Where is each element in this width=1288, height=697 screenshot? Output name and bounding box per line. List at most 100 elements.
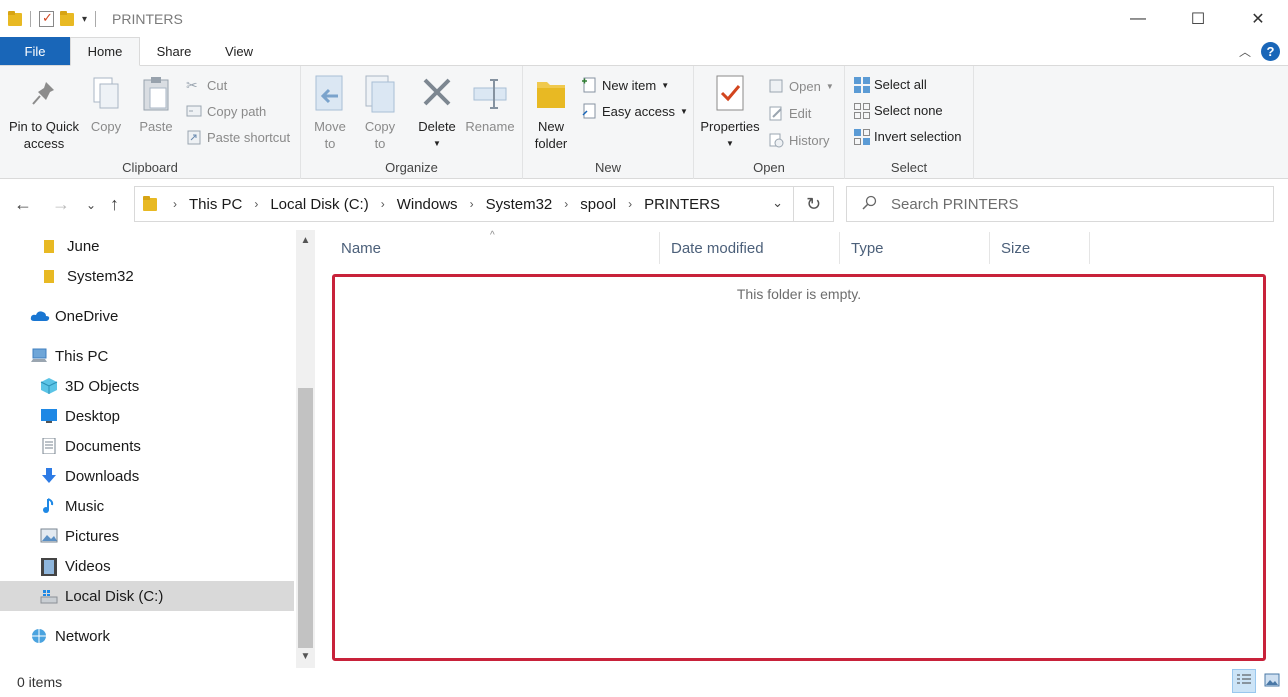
breadcrumb-this-pc[interactable]: This PC	[189, 196, 242, 213]
paste-shortcut-button[interactable]: Paste shortcut	[186, 127, 290, 147]
nav-item-local-disk[interactable]: Local Disk (C:)	[0, 581, 294, 611]
nav-item-3d-objects[interactable]: 3D Objects	[0, 371, 294, 401]
easy-access-label: Easy access	[602, 103, 675, 119]
cut-label: Cut	[207, 77, 228, 93]
tab-file[interactable]: File	[0, 37, 70, 65]
nav-item-documents[interactable]: Documents	[0, 431, 294, 461]
paste-button[interactable]: Paste	[136, 74, 176, 135]
move-to-button[interactable]: Move to	[313, 74, 347, 152]
downloads-icon	[40, 468, 58, 484]
tab-home[interactable]: Home	[70, 37, 140, 66]
column-name[interactable]: Name ^	[330, 230, 660, 264]
column-date-modified[interactable]: Date modified	[660, 232, 840, 264]
breadcrumb-system32[interactable]: System32	[486, 196, 553, 213]
videos-icon	[40, 558, 58, 576]
close-button[interactable]: ✕	[1228, 0, 1288, 38]
delete-button[interactable]: Delete ▼	[417, 74, 457, 152]
copy-path-button[interactable]: Copy path	[186, 101, 266, 121]
column-size[interactable]: Size	[990, 232, 1090, 264]
history-button[interactable]: History	[768, 130, 829, 150]
breadcrumb-local-disk[interactable]: Local Disk (C:)	[270, 196, 368, 213]
tab-share[interactable]: Share	[140, 37, 208, 65]
large-icons-view-button[interactable]	[1260, 669, 1284, 693]
details-view-icon	[1236, 673, 1252, 690]
breadcrumb-printers[interactable]: PRINTERS	[644, 196, 720, 213]
nav-pane-scrollbar[interactable]: ▲ ▼	[296, 230, 315, 668]
up-button[interactable]: ↑	[110, 194, 119, 215]
chevron-right-icon[interactable]: ›	[381, 197, 385, 211]
back-button[interactable]: ←	[14, 194, 32, 215]
scroll-down-icon[interactable]: ▼	[296, 648, 315, 665]
status-bar: 0 items	[0, 668, 1288, 697]
chevron-right-icon[interactable]: ›	[628, 197, 632, 211]
divider	[95, 11, 97, 27]
maximize-button[interactable]: ☐	[1168, 0, 1228, 38]
chevron-right-icon[interactable]: ›	[564, 197, 568, 211]
refresh-button[interactable]: ↻	[794, 186, 834, 222]
nav-item-downloads[interactable]: Downloads	[0, 461, 294, 491]
select-none-label: Select none	[874, 102, 943, 118]
title-bar: ▾ PRINTERS — ☐ ✕	[0, 0, 1288, 38]
new-folder-icon[interactable]	[60, 11, 74, 27]
nav-item-label: Music	[65, 497, 105, 515]
nav-item-system32[interactable]: System32	[0, 261, 294, 291]
chevron-up-icon[interactable]: ︿	[1239, 43, 1251, 60]
breadcrumb-windows[interactable]: Windows	[397, 196, 458, 213]
nav-item-label: Documents	[65, 437, 141, 455]
chevron-right-icon[interactable]: ›	[470, 197, 474, 211]
copy-button[interactable]: Copy	[86, 74, 126, 135]
scrollbar-thumb[interactable]	[298, 388, 313, 648]
properties-button[interactable]: Properties ▼	[698, 74, 762, 152]
nav-item-network[interactable]: Network	[0, 621, 294, 651]
invert-selection-button[interactable]: Invert selection	[853, 126, 961, 146]
nav-item-june[interactable]: June	[0, 231, 294, 261]
new-folder-button[interactable]: New folder	[533, 74, 569, 152]
nav-item-desktop[interactable]: Desktop	[0, 401, 294, 431]
column-type[interactable]: Type	[840, 232, 990, 264]
paste-icon	[138, 74, 174, 114]
open-button[interactable]: Open ▼	[768, 76, 834, 96]
tab-view[interactable]: View	[208, 37, 270, 65]
nav-item-pictures[interactable]: Pictures	[0, 521, 294, 551]
rename-button[interactable]: Rename	[465, 74, 515, 135]
chevron-right-icon[interactable]: ›	[254, 197, 258, 211]
paste-label: Paste	[139, 119, 173, 134]
select-all-label: Select all	[874, 76, 927, 92]
group-label-new: New	[594, 160, 621, 175]
breadcrumb-spool[interactable]: spool	[580, 196, 616, 213]
forward-button[interactable]: →	[52, 194, 70, 215]
file-list[interactable]: This folder is empty.	[332, 274, 1266, 661]
nav-item-videos[interactable]: Videos	[0, 551, 294, 581]
customize-toolbar-icon[interactable]: ▾	[82, 14, 87, 25]
nav-item-music[interactable]: Music	[0, 491, 294, 521]
edit-button[interactable]: Edit	[768, 103, 811, 123]
nav-item-onedrive[interactable]: OneDrive	[0, 301, 294, 331]
details-view-button[interactable]	[1232, 669, 1256, 693]
help-icon[interactable]: ?	[1261, 42, 1280, 61]
copy-to-button[interactable]: Copy to	[363, 74, 397, 152]
large-icons-view-icon	[1264, 673, 1280, 690]
search-box[interactable]	[846, 186, 1274, 222]
new-folder-label: New folder	[534, 119, 568, 151]
address-bar[interactable]: › This PC › Local Disk (C:) › Windows › …	[134, 186, 794, 222]
search-input[interactable]	[891, 195, 1251, 213]
select-all-button[interactable]: Select all	[853, 74, 927, 94]
group-label-clipboard: Clipboard	[122, 160, 178, 175]
easy-access-button[interactable]: Easy access ▼	[581, 101, 688, 121]
column-headers: Name ^ Date modified Type Size	[330, 230, 1275, 264]
history-label: History	[789, 132, 830, 148]
pin-to-quick-access-button[interactable]: Pin to Quick access	[6, 74, 82, 152]
recent-locations-button[interactable]: ⌄	[86, 198, 96, 212]
nav-item-this-pc[interactable]: This PC	[0, 341, 294, 371]
chevron-right-icon[interactable]: ›	[173, 197, 177, 211]
chevron-down-icon[interactable]: ⌄	[772, 195, 783, 211]
new-item-label: New item	[602, 77, 657, 93]
cut-button[interactable]: ✂ Cut	[186, 75, 227, 95]
copy-path-label: Copy path	[207, 103, 267, 119]
scroll-up-icon[interactable]: ▲	[296, 232, 315, 249]
select-none-button[interactable]: Select none	[853, 100, 943, 120]
minimize-button[interactable]: —	[1108, 0, 1168, 38]
ribbon-tabs: File Home Share View ︿ ?	[0, 37, 1288, 66]
properties-icon[interactable]	[39, 10, 54, 27]
new-item-button[interactable]: New item ▼	[581, 75, 669, 95]
